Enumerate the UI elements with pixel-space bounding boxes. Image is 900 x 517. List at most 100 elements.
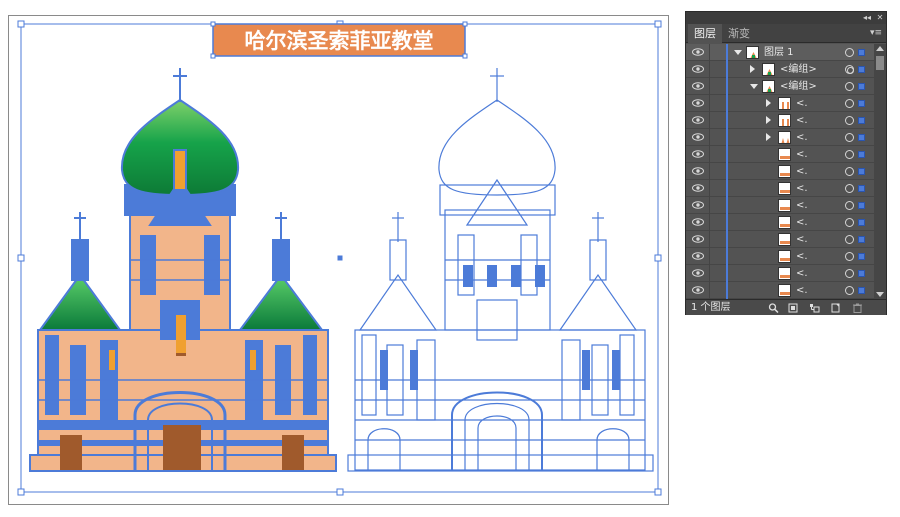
eye-icon[interactable] [692, 133, 704, 141]
sublayer-row[interactable]: <. [686, 231, 874, 248]
target-circle-icon[interactable] [845, 235, 854, 244]
eye-icon[interactable] [692, 167, 704, 175]
close-icon[interactable]: ✕ [875, 13, 885, 23]
target-circle-icon[interactable] [845, 116, 854, 125]
layers-list[interactable]: 图层 1 <编组> <编组> <. <. <. <. <. <. <. <. <. <. <. <. [686, 44, 874, 299]
selection-indicator[interactable] [858, 185, 865, 192]
sublayer-row[interactable]: <. [686, 129, 874, 146]
eye-icon[interactable] [692, 218, 704, 226]
target-circle-icon[interactable] [845, 150, 854, 159]
selection-indicator[interactable] [858, 66, 865, 73]
selection-indicator[interactable] [858, 117, 865, 124]
expand-triangle-icon[interactable] [750, 65, 755, 73]
eye-icon[interactable] [692, 252, 704, 260]
layers-panel[interactable]: ◂◂ ✕ 图层 渐变 ▾≡ 图层 1 <编组> <编组> <. <. <. <. <. <. <.… [685, 11, 887, 315]
eye-icon[interactable] [692, 235, 704, 243]
eye-icon[interactable] [692, 99, 704, 107]
sublayer-row[interactable]: <. [686, 163, 874, 180]
title-banner[interactable]: 哈尔滨圣索菲亚教堂 [210, 21, 468, 59]
target-circle-icon[interactable] [845, 65, 854, 74]
lock-column[interactable] [709, 61, 710, 78]
lock-column[interactable] [709, 44, 710, 61]
expand-triangle-icon[interactable] [766, 99, 771, 107]
eye-icon[interactable] [692, 201, 704, 209]
locate-object-icon[interactable] [768, 303, 779, 313]
canvas-drawing[interactable]: 哈尔滨圣索菲亚教堂 [0, 0, 680, 517]
lock-column[interactable] [709, 282, 710, 299]
layer-name[interactable]: <. [796, 146, 808, 163]
layer-name[interactable]: <. [796, 180, 808, 197]
target-circle-icon[interactable] [845, 133, 854, 142]
layer-name[interactable]: <. [796, 95, 808, 112]
eye-icon[interactable] [692, 48, 704, 56]
eye-icon[interactable] [692, 65, 704, 73]
target-circle-icon[interactable] [845, 269, 854, 278]
lock-column[interactable] [709, 231, 710, 248]
layer-name[interactable]: <. [796, 214, 808, 231]
sublayer-row[interactable]: <. [686, 248, 874, 265]
church-colored[interactable] [29, 68, 337, 472]
layer-name[interactable]: <. [796, 112, 808, 129]
sublayer-row[interactable]: <. [686, 180, 874, 197]
layers-scrollbar[interactable] [874, 44, 886, 299]
layer-name[interactable]: <. [796, 163, 808, 180]
lock-column[interactable] [709, 197, 710, 214]
eye-icon[interactable] [692, 269, 704, 277]
expand-triangle-icon[interactable] [766, 116, 771, 124]
layer-name[interactable]: 图层 1 [764, 44, 794, 61]
selection-indicator[interactable] [858, 270, 865, 277]
lock-column[interactable] [709, 214, 710, 231]
lock-column[interactable] [709, 163, 710, 180]
selection-indicator[interactable] [858, 100, 865, 107]
lock-column[interactable] [709, 248, 710, 265]
target-circle-icon[interactable] [845, 167, 854, 176]
delete-icon[interactable] [852, 303, 863, 313]
selection-indicator[interactable] [858, 83, 865, 90]
tab-layers[interactable]: 图层 [688, 24, 722, 43]
tab-gradient[interactable]: 渐变 [722, 24, 756, 43]
lock-column[interactable] [709, 146, 710, 163]
lock-column[interactable] [709, 129, 710, 146]
sublayer-row[interactable]: <. [686, 146, 874, 163]
target-circle-icon[interactable] [845, 201, 854, 210]
make-clipping-mask-icon[interactable] [788, 303, 799, 313]
collapse-icon[interactable]: ◂◂ [862, 13, 872, 23]
eye-icon[interactable] [692, 116, 704, 124]
selection-indicator[interactable] [858, 219, 865, 226]
layer-name[interactable]: <. [796, 197, 808, 214]
target-circle-icon[interactable] [845, 99, 854, 108]
selection-indicator[interactable] [858, 236, 865, 243]
eye-icon[interactable] [692, 82, 704, 90]
sublayer-row[interactable]: <. [686, 197, 874, 214]
target-circle-icon[interactable] [845, 286, 854, 295]
sublayer-row[interactable]: <. [686, 95, 874, 112]
selection-indicator[interactable] [858, 253, 865, 260]
new-layer-icon[interactable] [830, 303, 841, 313]
layer-name[interactable]: <编组> [780, 61, 817, 78]
layer-name[interactable]: <. [796, 231, 808, 248]
lock-column[interactable] [709, 265, 710, 282]
eye-icon[interactable] [692, 184, 704, 192]
selection-indicator[interactable] [858, 202, 865, 209]
eye-icon[interactable] [692, 150, 704, 158]
new-sublayer-icon[interactable] [809, 303, 820, 313]
sublayer-row[interactable]: <编组> [686, 61, 874, 78]
lock-column[interactable] [709, 180, 710, 197]
lock-column[interactable] [709, 95, 710, 112]
scroll-up-icon[interactable] [876, 46, 884, 51]
panel-title-bar[interactable]: ◂◂ ✕ [686, 12, 886, 24]
target-circle-icon[interactable] [845, 218, 854, 227]
scroll-down-icon[interactable] [876, 292, 884, 297]
lock-column[interactable] [709, 112, 710, 129]
layer-name[interactable]: <. [796, 248, 808, 265]
layer-row[interactable]: 图层 1 [686, 44, 874, 61]
church-outline[interactable] [347, 68, 654, 472]
target-circle-icon[interactable] [845, 184, 854, 193]
sublayer-row[interactable]: <. [686, 282, 874, 299]
sublayer-row[interactable]: <. [686, 112, 874, 129]
panel-menu-icon[interactable]: ▾≡ [870, 26, 882, 40]
lock-column[interactable] [709, 78, 710, 95]
layer-name[interactable]: <. [796, 129, 808, 146]
selection-indicator[interactable] [858, 287, 865, 294]
collapse-triangle-icon[interactable] [734, 50, 742, 55]
